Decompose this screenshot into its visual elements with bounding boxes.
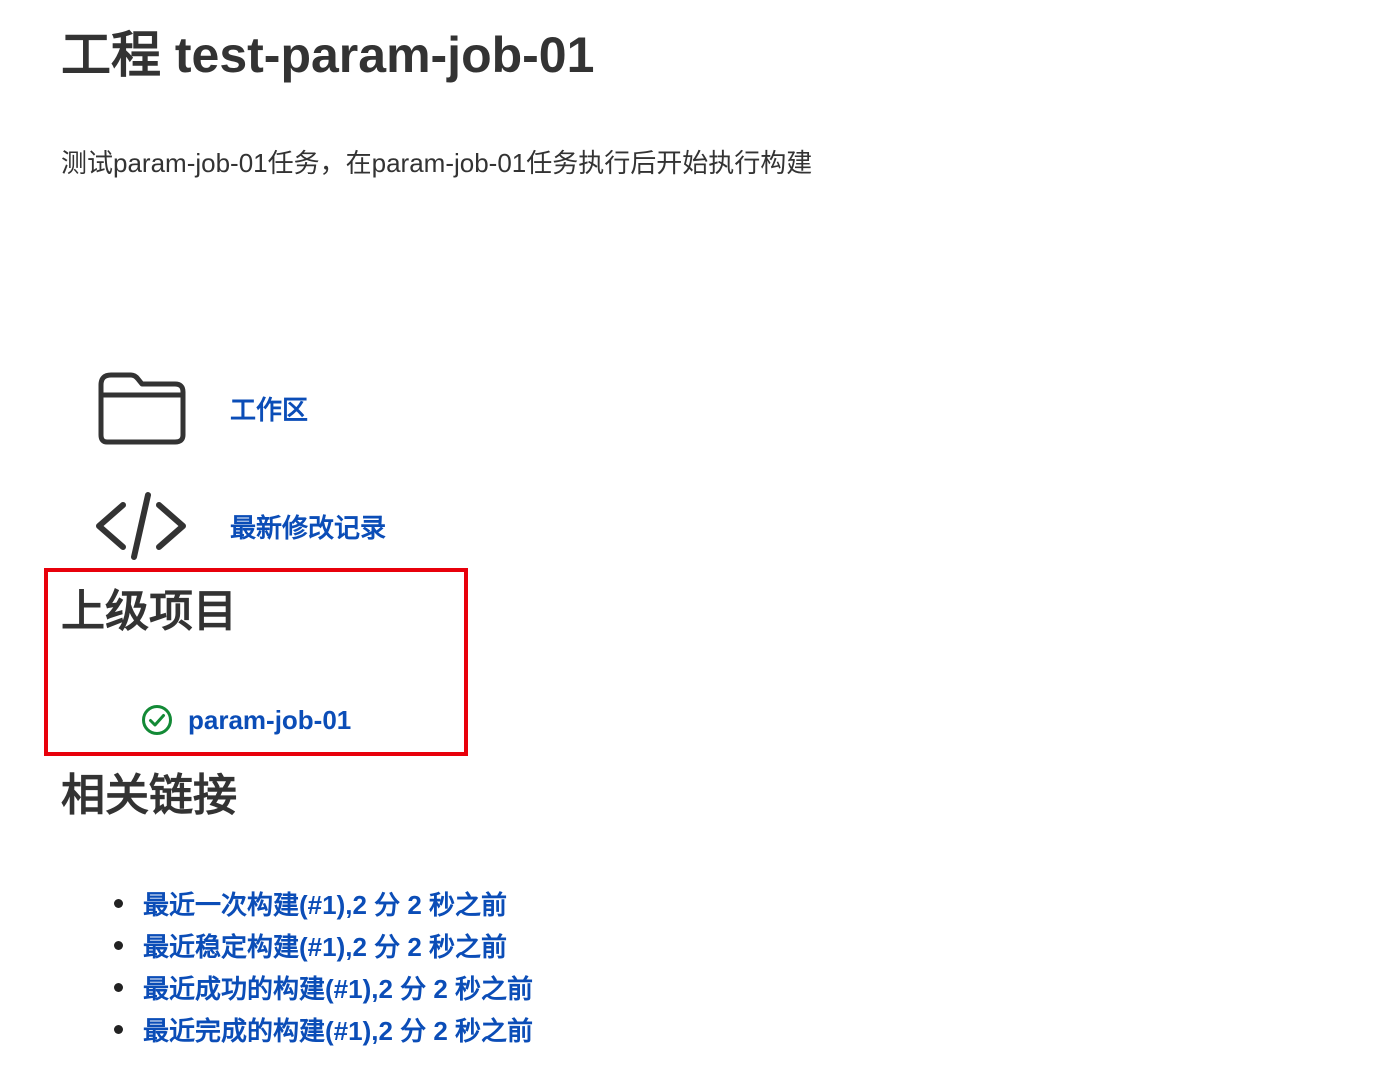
bullet-icon [114,1024,123,1034]
recent-changes-link[interactable]: 最新修改记录 [230,508,386,545]
upstream-project-item[interactable]: param-job-01 [140,703,351,737]
bullet-icon [114,982,123,992]
last-stable-build-link[interactable]: 最近稳定构建(#1),2 分 2 秒之前 [143,927,507,964]
last-completed-build-link[interactable]: 最近完成的构建(#1),2 分 2 秒之前 [143,1011,533,1048]
page-title: 工程 test-param-job-01 [61,27,595,83]
task-changes[interactable]: 最新修改记录 [95,486,386,566]
bullet-icon [114,898,123,908]
bullet-icon [114,940,123,950]
list-item: 最近成功的构建(#1),2 分 2 秒之前 [112,966,533,1008]
last-build-link[interactable]: 最近一次构建(#1),2 分 2 秒之前 [143,885,507,922]
list-item: 最近完成的构建(#1),2 分 2 秒之前 [112,1008,533,1050]
job-page: 工程 test-param-job-01 测试param-job-01任务，在p… [0,0,1394,1070]
related-links-title: 相关链接 [61,771,237,820]
last-successful-build-link[interactable]: 最近成功的构建(#1),2 分 2 秒之前 [143,969,533,1006]
list-item: 最近稳定构建(#1),2 分 2 秒之前 [112,924,533,966]
folder-icon [95,368,189,448]
job-description: 测试param-job-01任务，在param-job-01任务执行后开始执行构… [61,148,813,178]
task-workspace[interactable]: 工作区 [95,368,308,448]
workspace-link[interactable]: 工作区 [230,390,308,427]
upstream-projects-title: 上级项目 [61,587,237,636]
success-check-icon [140,703,174,737]
code-icon [95,486,189,566]
upstream-project-link[interactable]: param-job-01 [188,705,351,736]
list-item: 最近一次构建(#1),2 分 2 秒之前 [112,882,533,924]
related-links-list: 最近一次构建(#1),2 分 2 秒之前 最近稳定构建(#1),2 分 2 秒之… [112,882,533,1050]
